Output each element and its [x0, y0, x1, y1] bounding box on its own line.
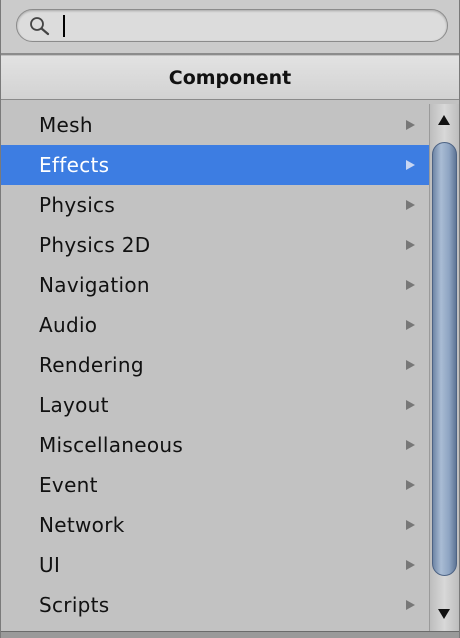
menu-item-layout[interactable]: Layout: [1, 385, 429, 425]
bottom-border: [1, 631, 459, 638]
menu-item-effects[interactable]: Effects: [1, 145, 429, 185]
menu-item-rendering[interactable]: Rendering: [1, 345, 429, 385]
menu-item-ui[interactable]: UI: [1, 545, 429, 585]
search-field[interactable]: [16, 9, 448, 42]
menu-item-mesh[interactable]: Mesh: [1, 105, 429, 145]
divider: [1, 53, 459, 55]
menu-item-label: Miscellaneous: [39, 433, 184, 457]
chevron-right-icon: [406, 600, 415, 610]
menu-item-network[interactable]: Network: [1, 505, 429, 545]
chevron-right-icon: [406, 400, 415, 410]
text-caret: [63, 15, 65, 37]
menu-item-audio[interactable]: Audio: [1, 305, 429, 345]
vertical-scrollbar[interactable]: [429, 104, 459, 631]
chevron-right-icon: [406, 200, 415, 210]
arrow-down-icon[interactable]: [430, 601, 459, 631]
chevron-right-icon: [406, 280, 415, 290]
arrow-up-icon[interactable]: [430, 104, 459, 134]
component-list: Mesh Effects Physics Physics 2D Navigati…: [1, 104, 429, 628]
chevron-right-icon: [406, 520, 415, 530]
search-bar: [1, 0, 459, 53]
chevron-right-icon: [406, 480, 415, 490]
menu-item-label: Network: [39, 513, 125, 537]
menu-item-scripts[interactable]: Scripts: [1, 585, 429, 625]
menu-item-label: Rendering: [39, 353, 144, 377]
chevron-right-icon: [406, 320, 415, 330]
chevron-right-icon: [406, 120, 415, 130]
scroll-thumb[interactable]: [432, 142, 457, 576]
chevron-right-icon: [406, 440, 415, 450]
component-menu-window: Component Mesh Effects Physics Physics 2…: [0, 0, 460, 638]
menu-item-label: Scripts: [39, 593, 110, 617]
menu-item-label: Navigation: [39, 273, 150, 297]
menu-title: Component: [168, 66, 292, 89]
chevron-right-icon: [406, 160, 415, 170]
menu-item-event[interactable]: Event: [1, 465, 429, 505]
menu-item-label: Layout: [39, 393, 109, 417]
menu-item-physics-2d[interactable]: Physics 2D: [1, 225, 429, 265]
menu-item-label: Physics 2D: [39, 233, 151, 257]
menu-item-label: UI: [39, 553, 61, 577]
menu-item-label: Mesh: [39, 113, 93, 137]
search-input[interactable]: [61, 13, 441, 38]
menu-item-label: Audio: [39, 313, 98, 337]
menu-item-label: Effects: [39, 153, 110, 177]
menu-item-label: Event: [39, 473, 98, 497]
menu-item-miscellaneous[interactable]: Miscellaneous: [1, 425, 429, 465]
search-icon: [30, 17, 50, 36]
chevron-right-icon: [406, 360, 415, 370]
menu-item-physics[interactable]: Physics: [1, 185, 429, 225]
chevron-right-icon: [406, 240, 415, 250]
chevron-right-icon: [406, 560, 415, 570]
menu-item-navigation[interactable]: Navigation: [1, 265, 429, 305]
menu-header: Component: [1, 56, 459, 100]
menu-item-label: Physics: [39, 193, 116, 217]
